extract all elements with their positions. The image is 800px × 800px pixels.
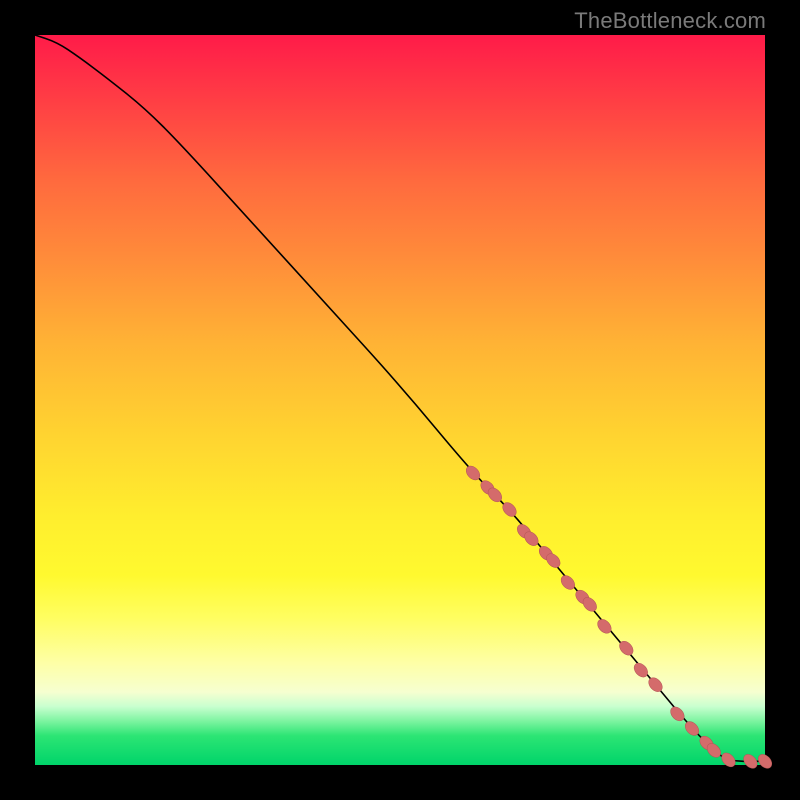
curve-line xyxy=(35,35,765,761)
scatter-dot xyxy=(558,573,577,592)
watermark-text: TheBottleneck.com xyxy=(574,8,766,34)
scatter-dot xyxy=(668,704,687,723)
chart-frame: TheBottleneck.com xyxy=(0,0,800,800)
scatter-dot xyxy=(719,750,738,769)
scatter-dot xyxy=(631,660,650,679)
chart-overlay xyxy=(35,35,765,765)
scatter-dots xyxy=(464,463,775,771)
scatter-dot xyxy=(595,617,614,636)
